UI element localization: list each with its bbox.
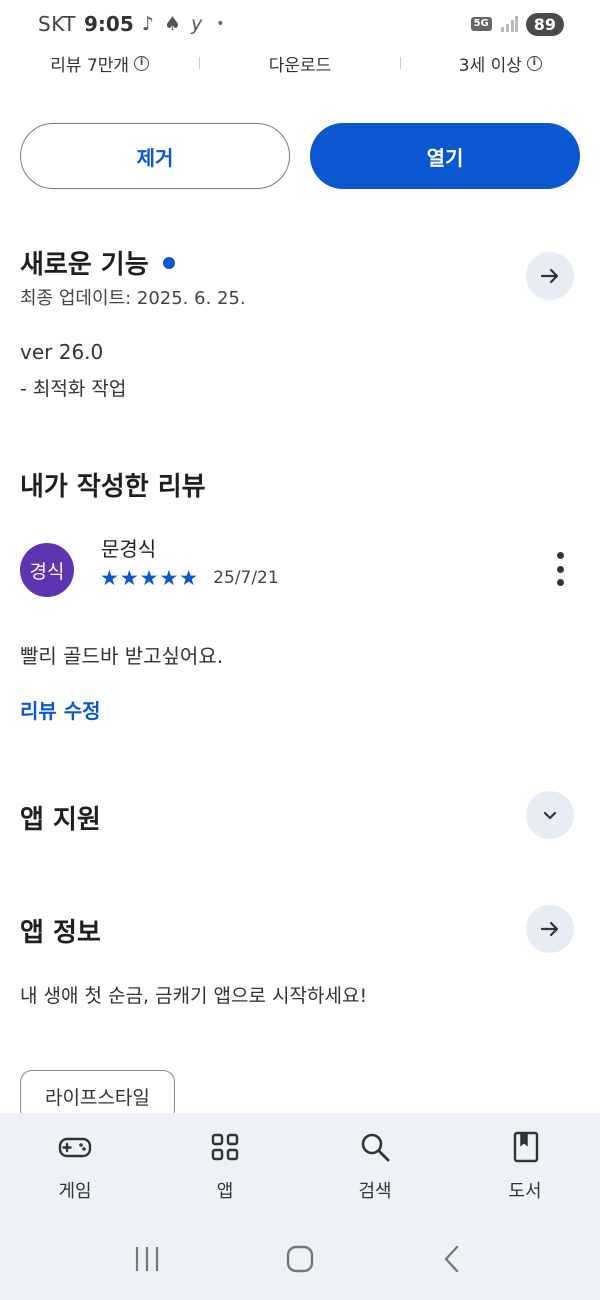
open-button[interactable]: 열기 [310, 123, 580, 189]
edit-review-link[interactable]: 리뷰 수정 [20, 695, 101, 724]
carrier-label: SKT [38, 12, 76, 36]
search-icon [357, 1129, 393, 1165]
notification-icons: ♪ ♠ y [141, 13, 205, 35]
action-buttons: 제거 열기 [20, 123, 580, 189]
stats-row: 리뷰 7만개 i 다운로드 3세 이상 i [0, 48, 600, 78]
status-bar: SKT 9:05 ♪ ♠ y • 5G 89 [0, 0, 600, 48]
gamepad-icon [57, 1129, 93, 1165]
bottom-navigation: 게임 앱 검색 도서 [0, 1113, 600, 1300]
age-rating-stat[interactable]: 3세 이상 i [401, 51, 600, 76]
reviews-stat[interactable]: 리뷰 7만개 i [0, 51, 199, 76]
back-button[interactable] [423, 1237, 483, 1281]
nav-label-apps: 앱 [216, 1181, 234, 1202]
more-options-icon[interactable] [548, 552, 572, 586]
battery-indicator: 89 [525, 12, 564, 36]
last-update-date: 최종 업데이트: 2025. 6. 25. [20, 288, 246, 309]
nav-item-books[interactable]: 도서 [450, 1129, 600, 1203]
release-note: - 최적화 작업 [20, 378, 127, 400]
signal-icon [500, 16, 518, 32]
nav-item-apps[interactable]: 앱 [150, 1129, 300, 1203]
notification-dot: • [216, 16, 225, 32]
info-icon: i [134, 55, 150, 71]
app-info-title: 앱 정보 [20, 918, 101, 948]
network-badge: 5G [470, 17, 492, 31]
home-button[interactable] [270, 1237, 330, 1281]
downloads-stat: 다운로드 [200, 51, 399, 76]
reviews-stat-label: 리뷰 7만개 [50, 55, 130, 76]
whats-new-title: 새로운 기능 [20, 250, 149, 280]
whats-new-header: 새로운 기능 [20, 244, 175, 281]
nav-item-search[interactable]: 검색 [300, 1129, 450, 1203]
nav-label-books: 도서 [508, 1181, 542, 1202]
clock: 9:05 [83, 12, 134, 36]
star-rating: ★★★★★ [100, 566, 200, 590]
nav-label-games: 게임 [58, 1181, 92, 1202]
remove-button[interactable]: 제거 [20, 123, 290, 189]
status-right: 5G 89 [470, 12, 564, 36]
my-review-title: 내가 작성한 리뷰 [20, 472, 206, 502]
age-rating-label: 3세 이상 [458, 55, 522, 76]
reviewer-name: 문경식 [101, 537, 157, 561]
status-left: SKT 9:05 ♪ ♠ y • [38, 12, 224, 36]
avatar: 경식 [20, 543, 74, 597]
version-text: ver 26.0 [20, 340, 104, 364]
chevron-down-icon [543, 811, 557, 820]
rating-row: ★★★★★ 25/7/21 [100, 566, 279, 590]
downloads-stat-label: 다운로드 [268, 55, 332, 76]
arrow-right-icon [540, 921, 559, 937]
book-icon [507, 1129, 543, 1165]
recent-apps-icon [135, 1247, 158, 1271]
recent-apps-button[interactable] [117, 1237, 177, 1281]
review-date: 25/7/21 [213, 568, 279, 588]
whats-new-arrow-button[interactable] [526, 252, 574, 300]
app-support-title: 앱 지원 [20, 805, 101, 835]
app-info-arrow-button[interactable] [526, 905, 574, 953]
back-icon [445, 1245, 459, 1273]
app-description: 내 생애 첫 순금, 금캐기 앱으로 시작하세요! [20, 985, 368, 1007]
app-support-expand-button[interactable] [526, 791, 574, 839]
home-icon [286, 1245, 314, 1273]
new-indicator-dot [162, 256, 175, 269]
apps-grid-icon [207, 1129, 243, 1165]
review-text: 빨리 골드바 받고싶어요. [20, 644, 224, 668]
nav-items: 게임 앱 검색 도서 [0, 1113, 600, 1203]
system-navigation [0, 1231, 600, 1287]
info-icon: i [526, 55, 542, 71]
arrow-right-icon [540, 268, 559, 284]
nav-label-search: 검색 [358, 1181, 392, 1202]
nav-item-games[interactable]: 게임 [0, 1129, 150, 1203]
